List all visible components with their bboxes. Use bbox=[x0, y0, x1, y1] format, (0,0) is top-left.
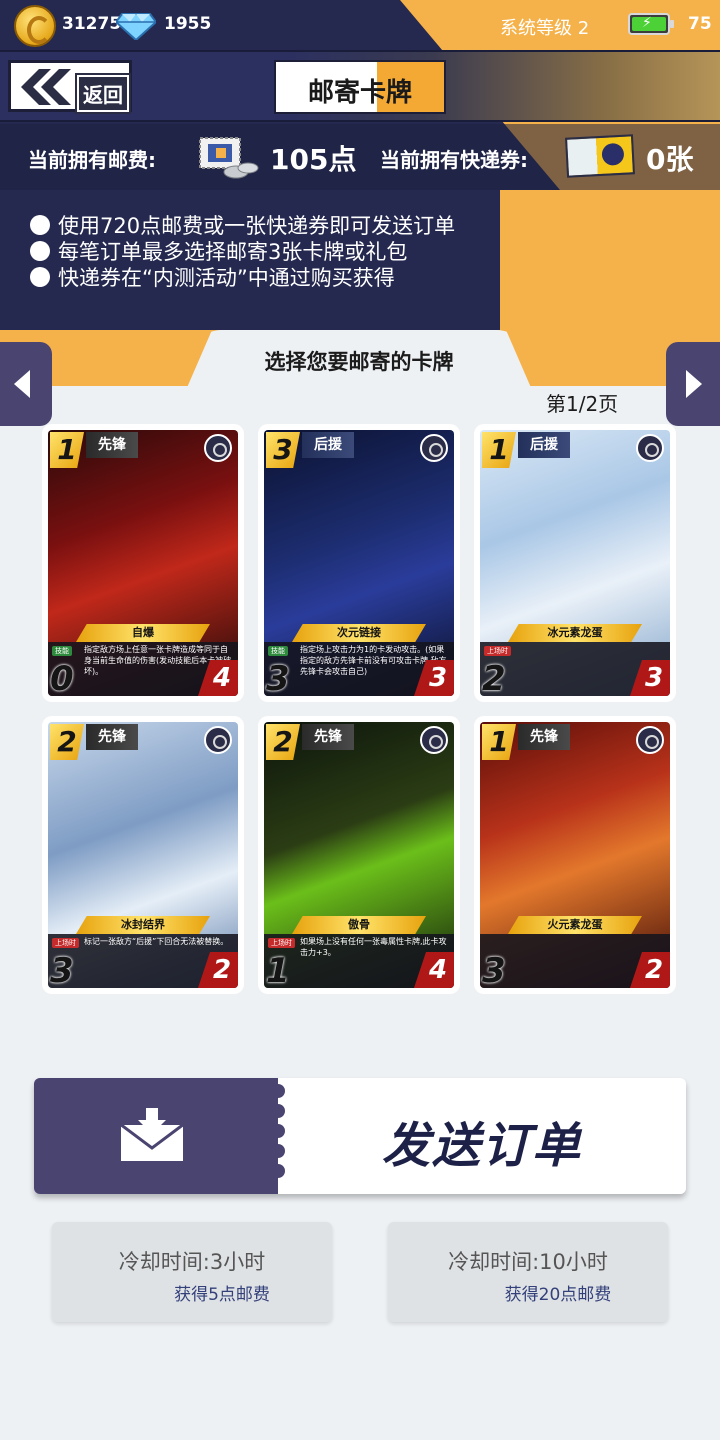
card-role: 先锋 bbox=[302, 724, 354, 750]
card-face: 2 先锋 冰封结界 上场时 标记一张敌方“后援”下回合无法被替换。 3 2 bbox=[48, 722, 238, 988]
note-item: 使用720点邮费或一张快递券即可发送订单 bbox=[30, 212, 510, 238]
card-face: 1 先锋 自爆 技能 指定敌方场上任意一张卡牌造成等同于自身当前生命值的伤害(发动技能后… bbox=[48, 430, 238, 696]
element-icon bbox=[420, 434, 448, 462]
postage-value: 105点 bbox=[270, 143, 357, 176]
page-title: 邮寄卡牌 bbox=[307, 78, 412, 108]
rules-notes: 使用720点邮费或一张快递券即可发送订单 每笔订单最多选择邮寄3张卡牌或礼包 快… bbox=[30, 212, 510, 290]
card-tag: 上场时 bbox=[268, 938, 295, 948]
card-name: 自爆 bbox=[76, 624, 210, 642]
prev-page-button[interactable] bbox=[0, 342, 52, 426]
element-icon bbox=[636, 434, 664, 462]
element-icon bbox=[204, 726, 232, 754]
cooldown-time: 冷却时间:3小时 bbox=[118, 1250, 266, 1274]
back-label: 返回 bbox=[75, 73, 131, 114]
card-name: 次元链接 bbox=[292, 624, 426, 642]
header-bar: 返回 邮寄卡牌 bbox=[0, 50, 720, 122]
card-item[interactable]: 3 后援 次元链接 技能 指定场上攻击力为1的卡发动攻击。(如果指定的敌方先锋卡前没有可… bbox=[258, 424, 460, 702]
card-name: 火元素龙蛋 bbox=[508, 916, 642, 934]
cooldown-reward: 获得20点邮费 bbox=[504, 1285, 612, 1305]
bullet-icon bbox=[30, 267, 50, 287]
card-attack: 2 bbox=[482, 662, 526, 696]
gem-icon bbox=[116, 13, 156, 40]
section-tab: 选择您要邮寄的卡牌 bbox=[186, 330, 532, 390]
cooldown-option-10h[interactable]: 冷却时间:10小时 获得20点邮费 bbox=[388, 1222, 668, 1322]
send-order-button[interactable]: 发送订单 bbox=[34, 1078, 686, 1194]
card-attack: 3 bbox=[50, 954, 94, 988]
back-button[interactable]: 返回 bbox=[8, 60, 132, 114]
card-item[interactable]: 1 先锋 火元素龙蛋 3 2 bbox=[474, 716, 676, 994]
card-name: 冰元素龙蛋 bbox=[508, 624, 642, 642]
card-tag: 技能 bbox=[268, 646, 288, 656]
card-attack: 1 bbox=[266, 954, 310, 988]
note-item: 每笔订单最多选择邮寄3张卡牌或礼包 bbox=[30, 238, 510, 264]
card-item[interactable]: 2 先锋 冰封结界 上场时 标记一张敌方“后援”下回合无法被替换。 3 2 bbox=[42, 716, 244, 994]
card-item[interactable]: 1 先锋 自爆 技能 指定敌方场上任意一张卡牌造成等同于自身当前生命值的伤害(发动技能后… bbox=[42, 424, 244, 702]
postage-label: 当前拥有邮费: bbox=[28, 148, 156, 172]
section-title: 选择您要邮寄的卡牌 bbox=[264, 350, 454, 374]
element-icon bbox=[636, 726, 664, 754]
cooldown-time: 冷却时间:10小时 bbox=[448, 1250, 608, 1274]
page-indicator: 第1/2页 bbox=[546, 392, 619, 416]
balance-row: 当前拥有邮费: 105点 当前拥有快递券: 0张 bbox=[0, 124, 720, 190]
card-role: 先锋 bbox=[86, 432, 138, 458]
cooldown-option-3h[interactable]: 冷却时间:3小时 获得5点邮费 bbox=[52, 1222, 332, 1322]
bullet-icon bbox=[30, 215, 50, 235]
express-value: 0张 bbox=[646, 143, 694, 176]
card-role: 后援 bbox=[518, 432, 570, 458]
element-icon bbox=[204, 434, 232, 462]
card-attack: 3 bbox=[482, 954, 526, 988]
arrow-left-icon bbox=[14, 370, 30, 398]
coin-icon bbox=[14, 5, 56, 47]
card-attack: 0 bbox=[50, 662, 94, 696]
coin-count: 31275 bbox=[62, 14, 122, 34]
system-level: 系统等级 2 bbox=[500, 18, 590, 39]
card-role: 先锋 bbox=[86, 724, 138, 750]
card-face: 2 先锋 傲骨 上场时 如果场上没有任何一张毒属性卡牌,此卡攻击力+3。 1 4 bbox=[264, 722, 454, 988]
next-page-button[interactable] bbox=[666, 342, 720, 426]
card-attack: 3 bbox=[266, 662, 310, 696]
card-face: 1 后援 冰元素龙蛋 上场时 2 3 bbox=[480, 430, 670, 696]
note-item: 快递券在“内测活动”中通过购买获得 bbox=[30, 264, 510, 290]
cooldown-reward: 获得5点邮费 bbox=[174, 1285, 270, 1305]
postage-stamp-icon bbox=[199, 137, 259, 179]
express-ticket-icon bbox=[564, 134, 636, 178]
card-tag: 上场时 bbox=[52, 938, 79, 948]
mail-icon bbox=[119, 1108, 185, 1163]
express-label: 当前拥有快递券: bbox=[380, 148, 528, 172]
send-order-label: 发送订单 bbox=[381, 1118, 582, 1174]
card-face: 3 后援 次元链接 技能 指定场上攻击力为1的卡发动攻击。(如果指定的敌方先锋卡前没有可… bbox=[264, 430, 454, 696]
card-name: 冰封结界 bbox=[76, 916, 210, 934]
status-bar: 31275 1955 系统等级 2 ⚡ 75 bbox=[0, 0, 720, 50]
bullet-icon bbox=[30, 241, 50, 261]
double-chevron-left-icon bbox=[21, 69, 71, 105]
card-role: 先锋 bbox=[518, 724, 570, 750]
battery-icon: ⚡ bbox=[628, 13, 674, 35]
card-name: 傲骨 bbox=[292, 916, 426, 934]
gem-count: 1955 bbox=[164, 14, 212, 34]
card-description: 标记一张敌方“后援”下回合无法被替换。 bbox=[84, 937, 229, 946]
arrow-right-icon bbox=[686, 370, 702, 398]
element-icon bbox=[420, 726, 448, 754]
card-item[interactable]: 2 先锋 傲骨 上场时 如果场上没有任何一张毒属性卡牌,此卡攻击力+3。 1 4 bbox=[258, 716, 460, 994]
card-face: 1 先锋 火元素龙蛋 3 2 bbox=[480, 722, 670, 988]
card-role: 后援 bbox=[302, 432, 354, 458]
battery-level: 75 bbox=[688, 14, 712, 34]
card-tag: 技能 bbox=[52, 646, 72, 656]
page-title-box: 邮寄卡牌 bbox=[274, 60, 446, 114]
card-tag: 上场时 bbox=[484, 646, 511, 656]
card-item[interactable]: 1 后援 冰元素龙蛋 上场时 2 3 bbox=[474, 424, 676, 702]
